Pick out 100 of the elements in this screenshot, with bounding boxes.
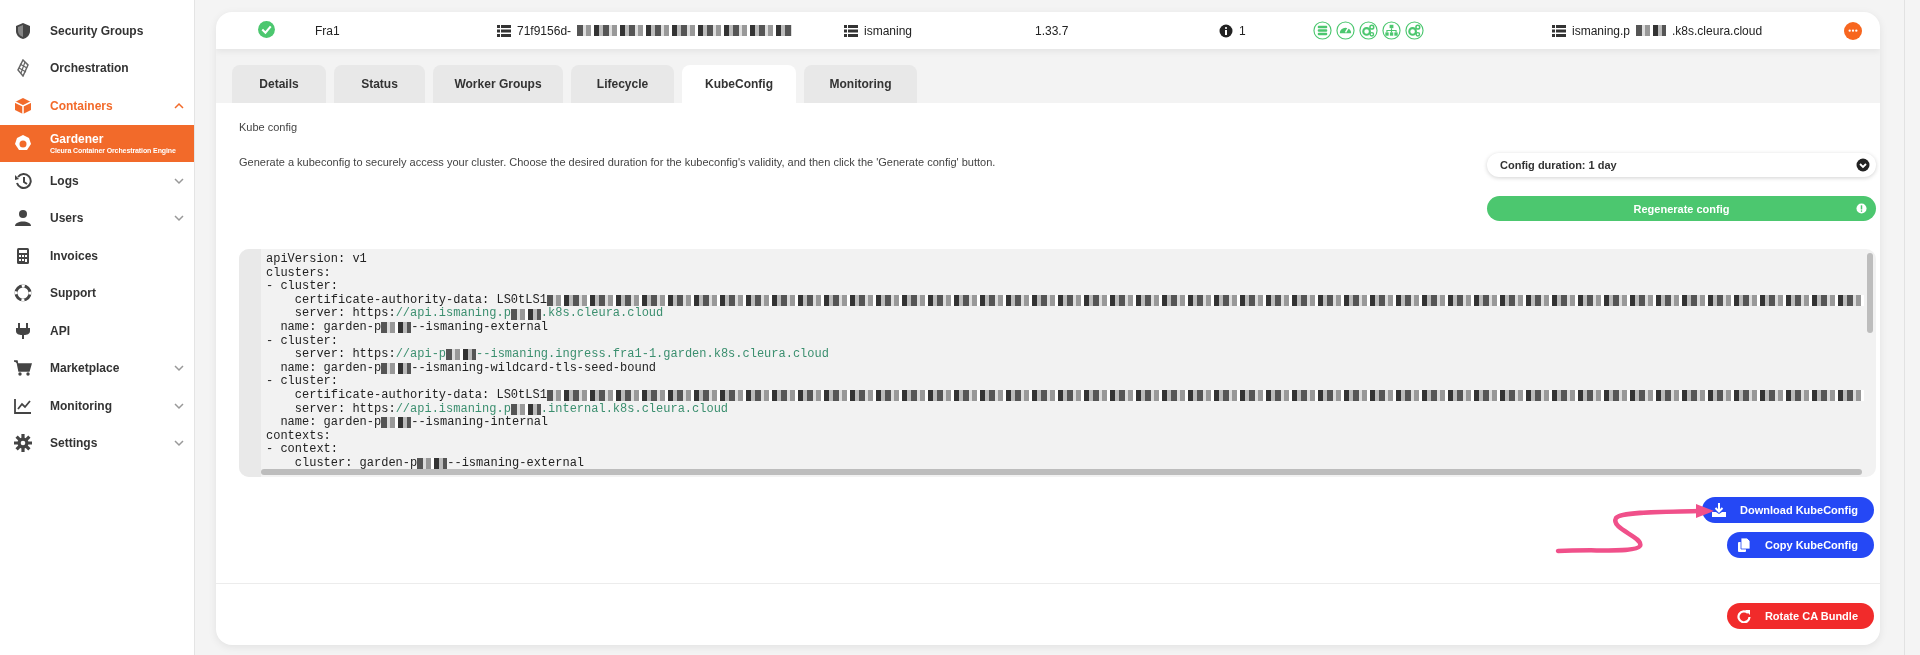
gears-icon: [1405, 21, 1424, 40]
lattice-icon: [14, 59, 32, 78]
sidebar-item[interactable]: Logs: [0, 162, 194, 200]
redaction-mark: [381, 363, 412, 375]
cart-icon: [14, 359, 32, 378]
region-text: Fra1: [315, 23, 340, 38]
settings-icon: [14, 434, 32, 453]
chevron-down-icon: [174, 438, 184, 449]
sidebar-item[interactable]: Users: [0, 199, 194, 237]
user-icon: [14, 209, 32, 228]
scrollbar[interactable]: [261, 469, 1862, 475]
list-icon: [844, 23, 858, 38]
info-icon: [1856, 203, 1867, 214]
more-button[interactable]: [1844, 21, 1862, 40]
refresh-icon: [1736, 609, 1751, 623]
link-text: .k8s.cleura.cloud: [540, 307, 664, 321]
code-text: --ismaning-wildcard-tls-seed-bound: [411, 361, 657, 376]
chevron-down-icon: [174, 400, 184, 411]
code-text: server: https:: [293, 348, 396, 362]
hostname-text: .k8s.cleura.cloud: [1672, 23, 1763, 38]
code-text: - cluster:: [266, 334, 338, 349]
sidebar-item[interactable]: Monitoring: [0, 387, 194, 425]
sidebar-item[interactable]: Orchestration: [0, 49, 194, 87]
info-count: 1: [1239, 23, 1246, 38]
hostname-text: ismaning.p: [1572, 23, 1631, 38]
chevron-up-icon: [174, 100, 184, 111]
cube-icon: [14, 96, 32, 115]
sidebar-item[interactable]: Settings: [0, 424, 194, 462]
redaction-mark: [381, 322, 412, 334]
redaction-mark: [381, 417, 412, 429]
code-text: cluster: garden-p: [293, 456, 418, 471]
redaction-mark: [446, 349, 477, 361]
tab[interactable]: Monitoring: [804, 65, 917, 103]
code-text: - cluster:: [266, 280, 338, 294]
gears-icon: [1359, 21, 1378, 40]
description-text: Generate a kubeconfig to securely access your cluster. Choose the desired duration for the kubeconfig's validity, and then click the 'Generate config' button.: [239, 156, 996, 170]
list-icon: [1552, 23, 1566, 38]
chevron-down-icon: [174, 175, 184, 186]
gauge-icon: [1336, 21, 1355, 40]
version-text: 1.33.7: [1035, 23, 1069, 38]
link-text: //api.ismaning.p: [395, 307, 511, 321]
redaction-mark: [1636, 25, 1667, 36]
code-text: --ismaning-external: [447, 456, 585, 471]
calculator-icon: [14, 246, 32, 265]
lifebuoy-icon: [14, 284, 32, 303]
code-text: server: https:: [293, 307, 396, 321]
code-text: name: garden-p: [279, 361, 382, 375]
gear-flower-icon: [14, 134, 32, 153]
shield-icon: [14, 21, 32, 40]
sidebar-item[interactable]: Security Groups: [0, 12, 194, 50]
rotate-button[interactable]: Rotate CA Bundle: [1726, 603, 1874, 629]
code-text: name: garden-p: [279, 320, 382, 335]
code-text: apiVersion: v1: [266, 253, 367, 267]
plug-icon: [14, 321, 32, 340]
ellipsis-icon: [1848, 28, 1858, 33]
tab[interactable]: Details: [232, 65, 326, 103]
code-text: --ismaning-external: [411, 320, 549, 335]
redaction-mark: [510, 308, 541, 320]
tab[interactable]: Lifecycle: [571, 65, 674, 103]
copy-button[interactable]: Copy KubeConfig: [1727, 532, 1874, 558]
server-icon: [1313, 21, 1332, 40]
chevron-down-circle-icon: [1856, 158, 1870, 172]
scrollbar[interactable]: [1867, 253, 1873, 333]
sidebar-item[interactable]: Invoices: [0, 237, 194, 275]
duration-select[interactable]: Config duration: 1 day: [1487, 153, 1876, 177]
chevron-down-icon: [174, 213, 184, 224]
sidebar-item[interactable]: Support: [0, 274, 194, 312]
code-text: certificate-authority-data: LS0tLS1: [293, 293, 547, 307]
sidebar-item[interactable]: Marketplace: [0, 349, 194, 387]
chevron-down-icon: [174, 363, 184, 374]
history-icon: [14, 171, 32, 190]
section-heading: Kube config: [239, 121, 299, 133]
redaction-mark: [510, 403, 541, 415]
link-text: //api.ismaning.p: [395, 402, 511, 416]
sidebar-item[interactable]: API: [0, 312, 194, 350]
line-chart-icon: [14, 396, 32, 415]
redaction-mark: [417, 458, 448, 470]
info-icon: [1219, 23, 1233, 38]
cluster-name: ismaning: [864, 23, 913, 38]
code-text: certificate-authority-data: LS0tLS1: [293, 388, 547, 403]
hierarchy-icon: [1382, 21, 1401, 40]
download-icon: [1712, 503, 1727, 517]
code-editor[interactable]: [239, 249, 1876, 477]
download-button[interactable]: Download KubeConfig: [1702, 497, 1874, 523]
link-text: .internal.k8s.cleura.cloud: [540, 402, 729, 416]
code-text: server: https:: [293, 402, 396, 416]
code-text: - cluster:: [266, 375, 338, 389]
code-text: --ismaning-internal: [411, 416, 549, 430]
tab[interactable]: Worker Groups: [433, 65, 563, 103]
link-text: //api-p: [395, 348, 447, 362]
tab[interactable]: Status: [334, 65, 425, 103]
cluster-id: 71f9156d-: [517, 23, 572, 38]
code-text: contexts:: [266, 429, 331, 443]
code-text: clusters:: [266, 266, 331, 280]
code-text: - context:: [266, 443, 338, 457]
copy-icon: [1737, 538, 1752, 552]
tab[interactable]: KubeConfig: [682, 65, 796, 103]
list-icon: [497, 23, 511, 38]
code-text: name: garden-p: [279, 416, 382, 430]
link-text: --ismaning.ingress.fra1-1.garden.k8s.cleura.cloud: [476, 348, 829, 362]
